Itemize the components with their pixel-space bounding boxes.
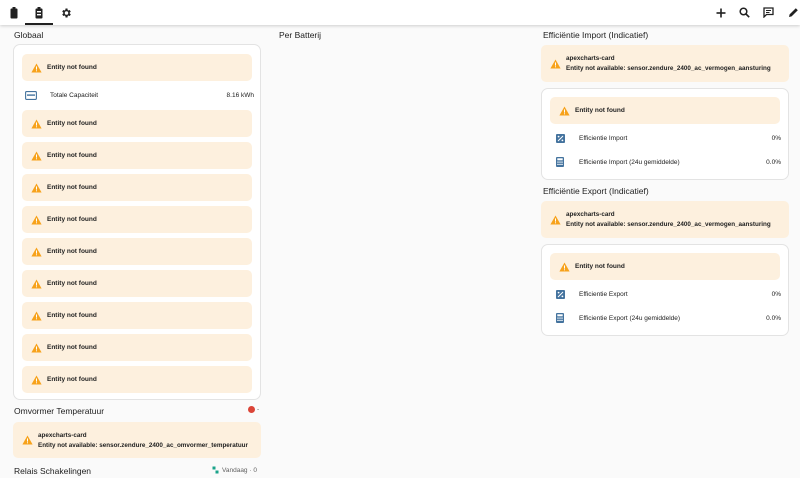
warning-icon xyxy=(31,311,42,320)
warning-banner: Entity not found xyxy=(22,270,252,297)
export-efficiency-avg-row[interactable]: Efficientie Export (24u gemiddelde) 0.0% xyxy=(553,311,781,325)
warning-icon xyxy=(22,435,33,445)
battery-icon xyxy=(10,6,18,18)
error-dot xyxy=(248,406,255,413)
import-efficiency-avg-row[interactable]: Efficientie Import (24u gemiddelde) 0.0% xyxy=(553,155,781,169)
import-entities-card: Entity not found Efficientie Import 0% E… xyxy=(541,88,789,180)
warning-banner: Entity not found xyxy=(22,238,252,265)
omvormer-chart-error: apexcharts-card Entity not available: se… xyxy=(13,422,261,458)
export-entities-card: Entity not found Efficientie Export 0% E… xyxy=(541,244,789,336)
warning-banner: Entity not found xyxy=(22,110,252,137)
add-button[interactable] xyxy=(709,0,733,25)
import-efficiency-row[interactable]: Efficientie Import 0% xyxy=(553,131,781,145)
warning-icon xyxy=(31,215,42,224)
warning-banner: Entity not found xyxy=(550,97,780,124)
export-efficiency-row[interactable]: Efficientie Export 0% xyxy=(553,287,781,301)
warning-banner: Entity not found xyxy=(22,302,252,329)
export-title: Efficiëntie Export (Indicatief) xyxy=(543,186,649,196)
tab-batteries[interactable] xyxy=(0,0,28,25)
calculator-icon xyxy=(556,157,564,167)
capacity-row[interactable]: Totale Capaciteit 8.16 kWh xyxy=(24,88,254,102)
warning-icon xyxy=(31,63,42,72)
warning-icon xyxy=(31,375,42,384)
warning-icon xyxy=(550,215,561,224)
warning-icon xyxy=(31,343,42,352)
export-chart-error: apexcharts-card Entity not available: se… xyxy=(541,201,789,238)
relais-title: Relais Schakelingen xyxy=(14,466,92,476)
warning-icon xyxy=(31,247,42,256)
warning-icon xyxy=(31,183,42,192)
capacity-label: Totale Capaciteit xyxy=(50,91,99,99)
switch-icon xyxy=(212,466,219,474)
globaal-title: Globaal xyxy=(14,30,44,40)
warning-icon xyxy=(31,279,42,288)
warning-banner: Entity not found xyxy=(22,142,252,169)
import-title: Efficiëntie Import (Indicatief) xyxy=(543,30,649,40)
globaal-card: Entity not found Totale Capaciteit 8.16 … xyxy=(13,44,261,400)
calculator-icon xyxy=(556,313,564,323)
search-button[interactable] xyxy=(732,0,756,25)
import-chart-error: apexcharts-card Entity not available: se… xyxy=(541,45,789,82)
warning-icon xyxy=(559,106,570,115)
warning-icon xyxy=(31,151,42,160)
top-app-bar xyxy=(0,0,800,25)
gear-icon xyxy=(62,8,71,17)
chat-icon xyxy=(762,7,774,18)
assist-button[interactable] xyxy=(756,0,780,25)
tab-settings[interactable] xyxy=(52,0,80,25)
percent-icon xyxy=(555,289,565,299)
omvormer-title: Omvormer Temperatuur xyxy=(14,406,105,416)
per-batterij-title: Per Batterij xyxy=(279,30,322,40)
edit-button[interactable] xyxy=(781,0,800,25)
plus-icon xyxy=(716,8,726,17)
warning-banner: Entity not found xyxy=(22,174,252,201)
battery-active-icon xyxy=(35,6,43,18)
warning-banner: Entity not found xyxy=(550,253,780,280)
percent-icon xyxy=(555,133,565,143)
pencil-icon xyxy=(788,8,798,17)
battery-capacity-icon xyxy=(25,90,37,100)
warning-banner: Entity not found xyxy=(22,334,252,361)
omvormer-status-badge[interactable]: - xyxy=(248,406,259,413)
warning-icon xyxy=(559,262,570,271)
warning-icon xyxy=(550,59,561,68)
warning-banner: Entity not found xyxy=(22,206,252,233)
tab-battery-details[interactable] xyxy=(25,0,53,25)
capacity-value: 8.16 kWh xyxy=(226,91,254,99)
warning-banner: Entity not found xyxy=(22,366,252,393)
dashboard-content: Globaal Entity not found Totale Capacite… xyxy=(0,25,800,478)
relais-today-badge[interactable]: Vandaag · 0 xyxy=(212,466,257,474)
warning-icon xyxy=(31,119,42,128)
search-icon xyxy=(738,7,750,18)
warning-banner: Entity not found xyxy=(22,54,252,81)
